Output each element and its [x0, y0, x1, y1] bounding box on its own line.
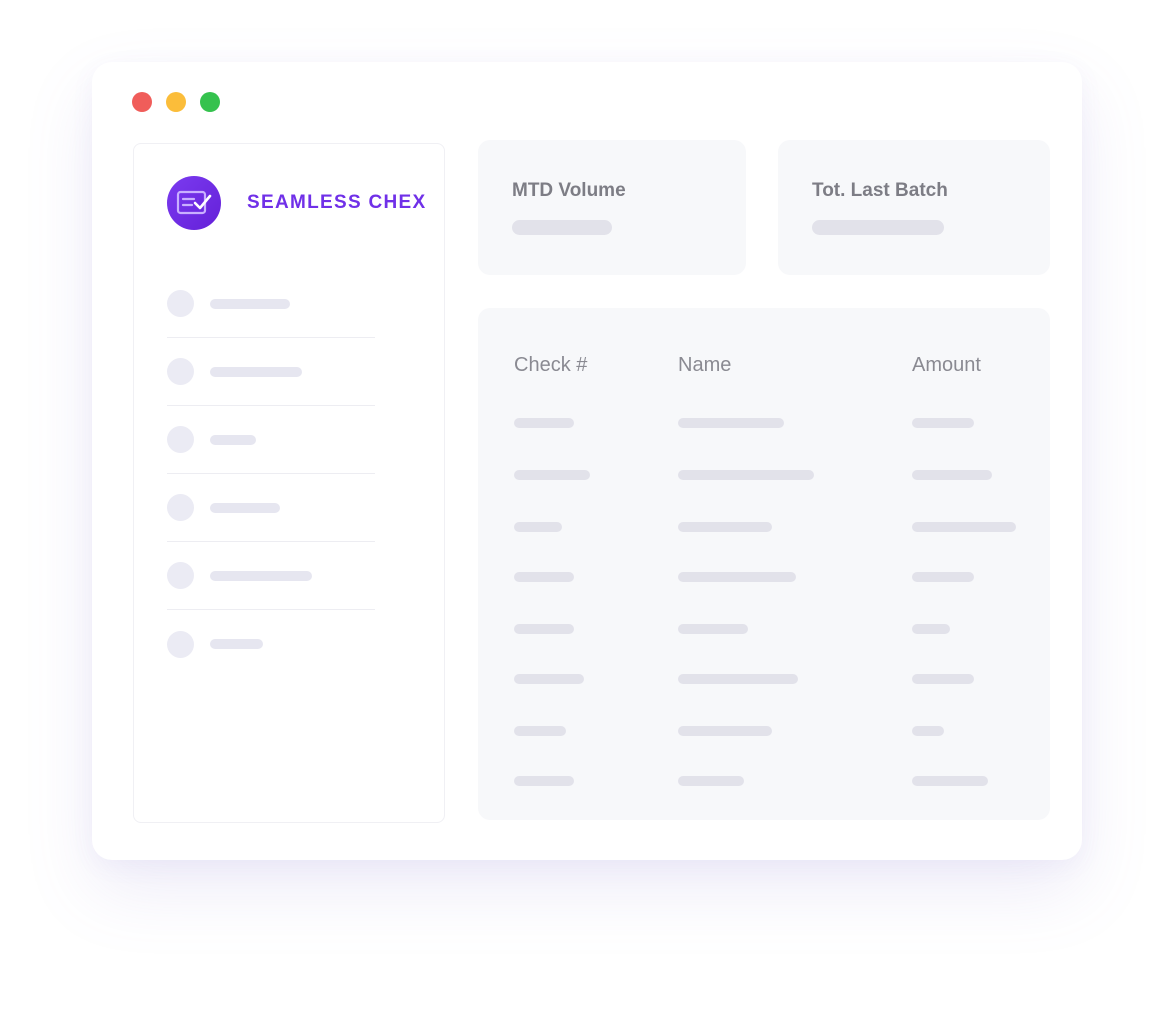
- last-batch-value: [812, 220, 944, 235]
- column-header-amount[interactable]: Amount: [912, 354, 981, 377]
- table-cell-name: [678, 674, 798, 684]
- sidebar-item-label: [210, 639, 263, 649]
- table-cell-amount: [912, 522, 1016, 532]
- sidebar-nav: [167, 270, 375, 678]
- nav-item-icon: [167, 426, 194, 453]
- check-document-icon: [167, 176, 221, 230]
- table-cell-name: [678, 624, 748, 634]
- app-window: SEAMLESS CHEX MTD Volume Tot. Last Batch…: [92, 62, 1082, 860]
- table-cell-check: [514, 418, 574, 428]
- table-cell-check: [514, 674, 584, 684]
- table-cell-amount: [912, 624, 950, 634]
- brand[interactable]: SEAMLESS CHEX: [167, 176, 427, 230]
- sidebar-item-label: [210, 366, 302, 377]
- table-cell-check: [514, 572, 574, 582]
- table-cell-check: [514, 522, 562, 532]
- table-cell-amount: [912, 726, 944, 736]
- brand-name: SEAMLESS CHEX: [247, 192, 427, 213]
- minimize-button[interactable]: [166, 92, 186, 112]
- nav-item-icon: [167, 494, 194, 521]
- close-button[interactable]: [132, 92, 152, 112]
- table-cell-check: [514, 470, 590, 480]
- sidebar-item-label: [210, 298, 290, 309]
- sidebar-item-label: [210, 434, 256, 445]
- nav-item-icon: [167, 358, 194, 385]
- nav-item-icon: [167, 290, 194, 317]
- sidebar-item-6[interactable]: [167, 610, 375, 678]
- window-controls: [132, 92, 220, 112]
- table-cell-name: [678, 726, 772, 736]
- checks-table: Check # Name Amount: [478, 308, 1050, 820]
- table-cell-name: [678, 470, 814, 480]
- last-batch-card: Tot. Last Batch: [778, 140, 1050, 275]
- table-cell-check: [514, 624, 574, 634]
- mtd-volume-card: MTD Volume: [478, 140, 746, 275]
- table-cell-name: [678, 522, 772, 532]
- table-cell-amount: [912, 776, 988, 786]
- table-cell-check: [514, 726, 566, 736]
- zoom-button[interactable]: [200, 92, 220, 112]
- sidebar-item-3[interactable]: [167, 406, 375, 474]
- sidebar-item-4[interactable]: [167, 474, 375, 542]
- sidebar-item-label: [210, 570, 312, 581]
- sidebar: SEAMLESS CHEX: [133, 143, 445, 823]
- table-cell-amount: [912, 418, 974, 428]
- table-cell-amount: [912, 674, 974, 684]
- sidebar-item-label: [210, 502, 280, 513]
- sidebar-item-1[interactable]: [167, 270, 375, 338]
- table-cell-amount: [912, 470, 992, 480]
- table-cell-name: [678, 572, 796, 582]
- mtd-volume-value: [512, 220, 612, 235]
- mtd-volume-label: MTD Volume: [512, 180, 626, 201]
- sidebar-item-2[interactable]: [167, 338, 375, 406]
- table-cell-amount: [912, 572, 974, 582]
- column-header-check[interactable]: Check #: [514, 354, 587, 377]
- table-cell-check: [514, 776, 574, 786]
- last-batch-label: Tot. Last Batch: [812, 180, 948, 201]
- sidebar-item-5[interactable]: [167, 542, 375, 610]
- column-header-name[interactable]: Name: [678, 354, 731, 377]
- table-cell-name: [678, 418, 784, 428]
- nav-item-icon: [167, 562, 194, 589]
- nav-item-icon: [167, 630, 194, 658]
- table-cell-name: [678, 776, 744, 786]
